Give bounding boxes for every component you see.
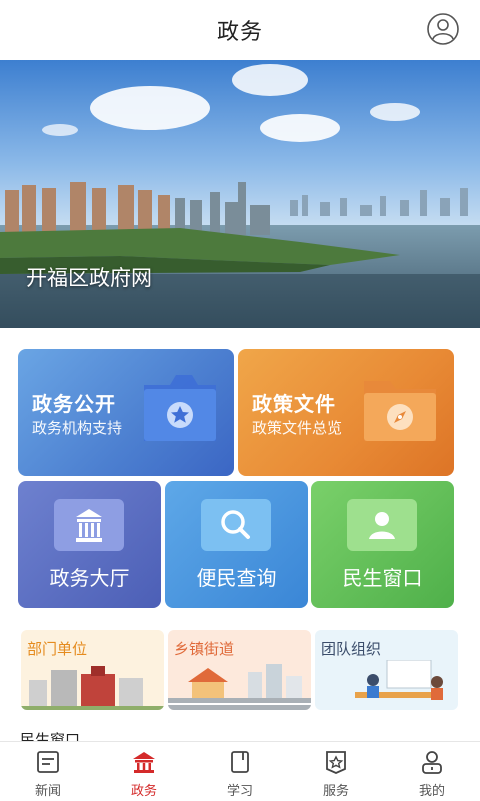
tab-label: 学习 bbox=[226, 784, 253, 799]
banner-caption: 开福区政府网 bbox=[26, 266, 152, 290]
street-scene-icon bbox=[168, 664, 311, 710]
tab-profile[interactable]: 我的 bbox=[384, 742, 480, 801]
card-bmdw[interactable]: 部门单位 bbox=[21, 630, 164, 710]
card-label: 民生窗口 bbox=[342, 566, 423, 590]
tab-label: 新闻 bbox=[34, 784, 61, 799]
folder-compass-icon bbox=[360, 371, 440, 449]
book-icon bbox=[231, 751, 249, 773]
news-icon bbox=[37, 751, 59, 773]
tab-service[interactable]: 服务 bbox=[288, 742, 384, 801]
card-label: 政务大厅 bbox=[49, 566, 130, 590]
tab-label: 政务 bbox=[130, 784, 157, 799]
card-zwdt[interactable]: 政务大厅 bbox=[18, 481, 161, 608]
person-icon bbox=[347, 499, 417, 551]
government-building-icon bbox=[54, 499, 124, 551]
card-title: 政务公开 bbox=[32, 392, 116, 416]
tab-news[interactable]: 新闻 bbox=[0, 742, 96, 801]
government-icon bbox=[133, 752, 155, 773]
card-subtitle: 政策文件总览 bbox=[252, 419, 343, 437]
service-icon bbox=[326, 751, 346, 774]
card-zwgk[interactable]: 政务公开 政务机构支持 bbox=[18, 349, 234, 476]
card-label: 部门单位 bbox=[27, 640, 88, 658]
card-msck[interactable]: 民生窗口 bbox=[311, 481, 454, 608]
card-tdzz[interactable]: 团队组织 bbox=[315, 630, 458, 710]
profile-icon bbox=[422, 751, 442, 774]
tab-study[interactable]: 学习 bbox=[192, 742, 288, 801]
team-meeting-icon bbox=[355, 660, 443, 700]
card-bmcx[interactable]: 便民查询 bbox=[165, 481, 308, 608]
tab-label: 我的 bbox=[418, 784, 445, 799]
tab-government[interactable]: 政务 bbox=[96, 742, 192, 801]
city-banner[interactable]: 开福区政府网 bbox=[0, 60, 480, 328]
card-label: 乡镇街道 bbox=[174, 640, 235, 658]
card-zcwj[interactable]: 政策文件 政策文件总览 bbox=[238, 349, 454, 476]
folder-star-icon bbox=[140, 371, 220, 449]
page-title: 政务 bbox=[216, 20, 263, 45]
card-label: 便民查询 bbox=[196, 566, 277, 590]
card-xzjd[interactable]: 乡镇街道 bbox=[168, 630, 311, 710]
search-icon bbox=[201, 499, 271, 551]
user-circle-icon[interactable] bbox=[426, 12, 460, 46]
card-label: 团队组织 bbox=[321, 640, 382, 658]
card-title: 政策文件 bbox=[252, 392, 336, 416]
office-buildings-icon bbox=[21, 666, 164, 710]
tab-label: 服务 bbox=[322, 784, 349, 799]
top-bar: 政务 bbox=[0, 0, 480, 60]
bottom-tab-bar: 新闻 政务 学习 服务 我的 bbox=[0, 741, 480, 801]
card-subtitle: 政务机构支持 bbox=[32, 419, 123, 437]
